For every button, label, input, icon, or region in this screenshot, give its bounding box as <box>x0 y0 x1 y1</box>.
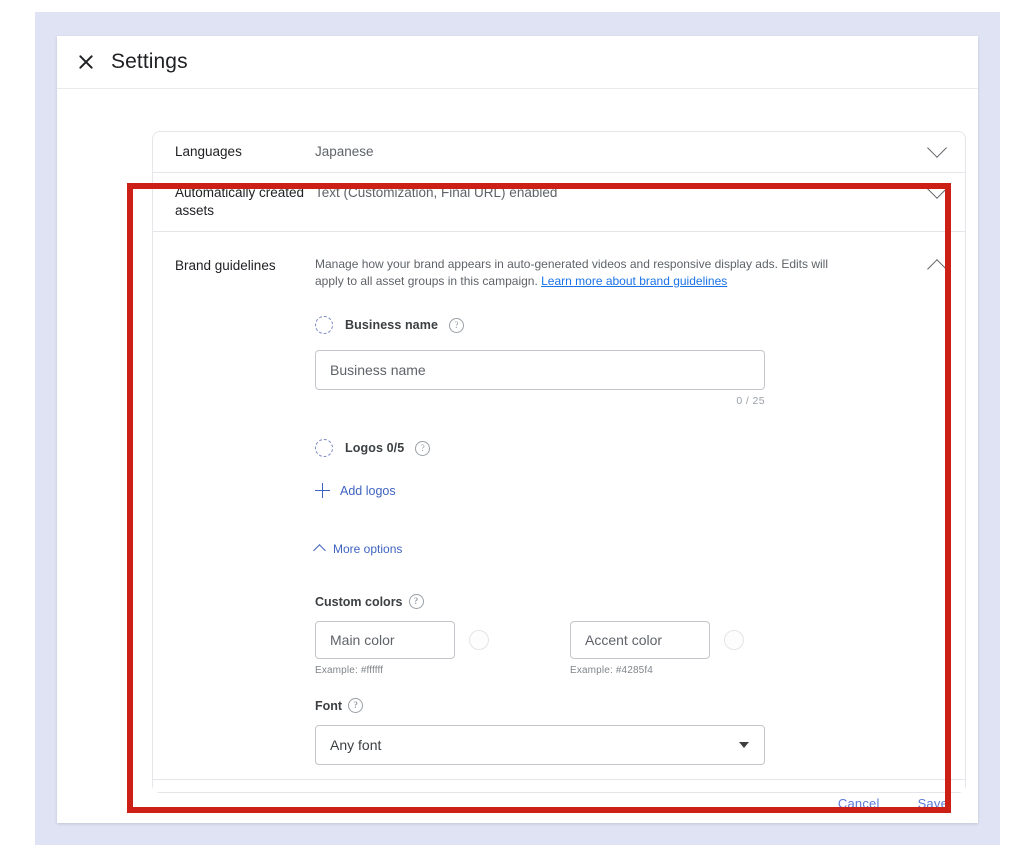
business-name-heading: Business name ? <box>315 316 909 334</box>
settings-row-value: Text (Customization, Final URL) enabled <box>315 185 558 200</box>
font-select[interactable]: Any font <box>315 725 765 765</box>
brand-guidelines-content: Manage how your brand appears in auto-ge… <box>313 232 909 765</box>
dashed-circle-icon <box>315 316 333 334</box>
settings-row-brand-guidelines: Brand guidelines Manage how your brand a… <box>153 232 965 792</box>
font-select-wrapper: Any font <box>315 725 765 765</box>
accent-color-field: Example: #4285f4 <box>570 621 744 676</box>
plus-icon <box>315 483 330 498</box>
add-logos-button[interactable]: Add logos <box>315 483 420 498</box>
business-name-input[interactable] <box>315 350 765 390</box>
description-line-1: Manage how your brand appears in auto-ge… <box>315 257 778 271</box>
add-logos-label: Add logos <box>340 483 396 498</box>
dialog-footer: Cancel Save <box>152 779 966 823</box>
help-icon[interactable]: ? <box>449 317 465 333</box>
chevron-up-icon[interactable] <box>909 232 965 279</box>
dialog-body: Languages Japanese Automatically created… <box>57 89 978 823</box>
dialog-header: Settings <box>57 36 978 89</box>
accent-color-example: Example: #4285f4 <box>570 665 654 676</box>
dashed-circle-icon <box>315 439 333 457</box>
caret-down-icon[interactable] <box>739 742 749 748</box>
business-name-counter: 0 / 25 <box>736 395 765 407</box>
business-name-label: Business name <box>345 318 439 332</box>
more-options-toggle[interactable]: More options <box>313 542 425 557</box>
learn-more-link[interactable]: Learn more about brand guidelines <box>541 274 727 288</box>
brand-guidelines-label: Brand guidelines <box>175 258 276 273</box>
chevron-down-icon[interactable] <box>909 132 965 158</box>
settings-row-value: Japanese <box>315 144 374 159</box>
chevron-up-icon <box>313 544 326 557</box>
main-color-field: Example: #ffffff <box>315 621 489 676</box>
accent-color-input[interactable] <box>570 621 710 659</box>
brand-guidelines-description: Manage how your brand appears in auto-ge… <box>315 256 835 290</box>
more-options-label: More options <box>333 542 403 556</box>
font-select-value: Any font <box>330 737 382 753</box>
main-color-example: Example: #ffffff <box>315 665 384 676</box>
help-icon[interactable]: ? <box>348 698 364 713</box>
settings-dialog: Settings Languages Japanese Automaticall… <box>57 36 978 823</box>
custom-colors-label: Custom colors <box>315 594 403 609</box>
custom-colors-label-group: Custom colors ? <box>315 594 909 609</box>
custom-colors-row: Example: #ffffff Example: #4285f4 <box>315 621 909 676</box>
help-icon[interactable]: ? <box>408 594 424 609</box>
settings-row-automatically-created-assets[interactable]: Automatically created assets Text (Custo… <box>153 173 965 232</box>
settings-list-card: Languages Japanese Automatically created… <box>152 131 966 793</box>
main-color-input[interactable] <box>315 621 455 659</box>
logos-label: Logos 0/5 <box>345 441 405 455</box>
settings-row-languages[interactable]: Languages Japanese <box>153 132 965 173</box>
logos-heading: Logos 0/5 ? <box>315 439 909 457</box>
main-color-swatch[interactable] <box>469 630 489 650</box>
save-button[interactable]: Save <box>908 790 958 817</box>
settings-row-label: Automatically created assets <box>175 185 305 218</box>
cancel-button[interactable]: Cancel <box>828 790 890 817</box>
close-icon[interactable] <box>75 51 97 73</box>
settings-row-label: Languages <box>175 144 242 159</box>
chevron-down-icon[interactable] <box>909 173 965 199</box>
font-label: Font <box>315 698 343 713</box>
help-icon[interactable]: ? <box>415 440 431 456</box>
page-title: Settings <box>111 50 188 73</box>
accent-color-swatch[interactable] <box>724 630 744 650</box>
font-label-group: Font ? <box>315 698 909 713</box>
